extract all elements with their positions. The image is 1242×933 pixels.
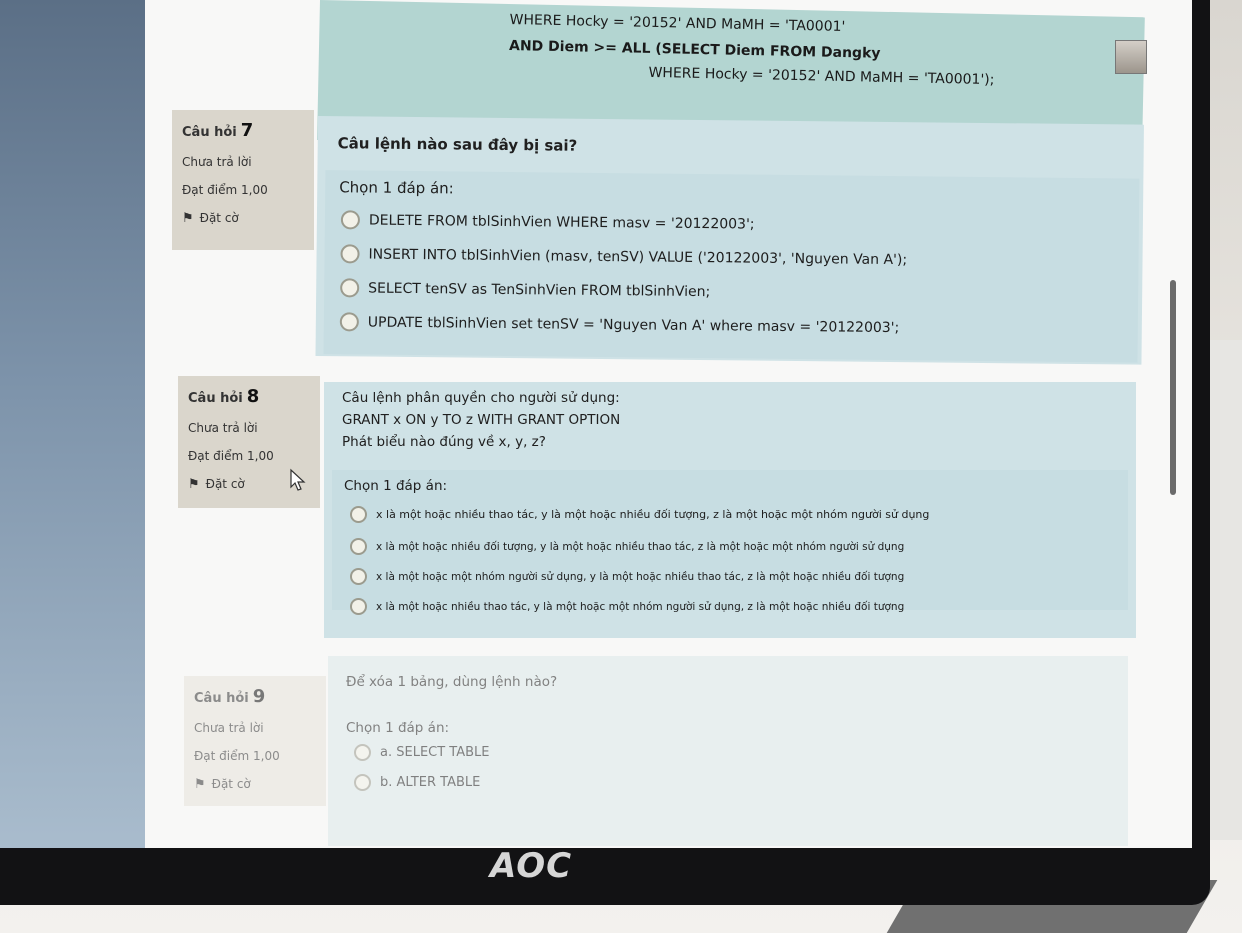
question-score: Đạt điểm 1,00 xyxy=(194,749,280,763)
flag-icon: ⚑ xyxy=(194,777,206,792)
answer-option[interactable]: b. ALTER TABLE xyxy=(354,774,480,791)
question-box-9: Để xóa 1 bảng, dùng lệnh nào? Chọn 1 đáp… xyxy=(328,656,1128,846)
desk-background xyxy=(1210,340,1242,840)
answer-option-label: b. ALTER TABLE xyxy=(380,775,481,790)
question-info-9: Câu hỏi 9 Chưa trả lời Đạt điểm 1,00 ⚑ Đặt… xyxy=(184,676,326,806)
monitor-brand-logo: AOC xyxy=(490,846,573,886)
question-text: Để xóa 1 bảng, dùng lệnh nào? xyxy=(346,674,558,690)
flag-label: Đặt cờ xyxy=(211,777,251,791)
answer-option-label: a. SELECT TABLE xyxy=(380,745,490,760)
flag-question-button[interactable]: ⚑ Đặt cờ xyxy=(194,777,316,792)
question-label: Câu hỏi xyxy=(194,691,249,706)
radio-button[interactable] xyxy=(354,774,371,791)
monitor-bezel: WHERE Hocky = '20152' AND MaMH = 'TA0001… xyxy=(0,0,1210,905)
question-status: Chưa trả lời xyxy=(194,721,264,735)
photo-scene: WHERE Hocky = '20152' AND MaMH = 'TA0001… xyxy=(0,0,1242,933)
monitor-screen: WHERE Hocky = '20152' AND MaMH = 'TA0001… xyxy=(0,0,1192,848)
question-number: 9 xyxy=(252,686,266,707)
answer-option[interactable]: a. SELECT TABLE xyxy=(354,744,490,761)
question-9-region: Câu hỏi 9 Chưa trả lời Đạt điểm 1,00 ⚑ Đặt… xyxy=(0,0,1192,848)
answer-prompt: Chọn 1 đáp án: xyxy=(346,720,450,736)
radio-button[interactable] xyxy=(354,744,371,761)
